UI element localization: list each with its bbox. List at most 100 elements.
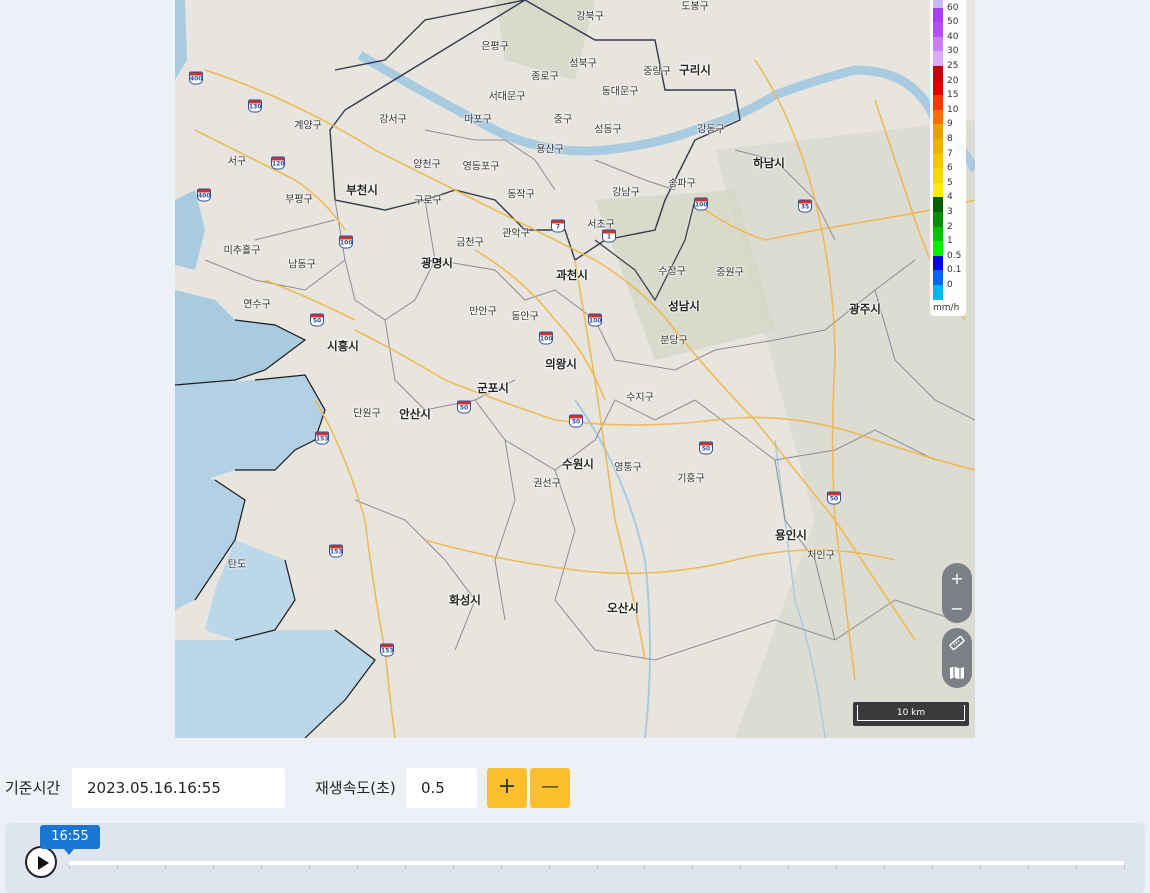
legend-swatch (933, 182, 943, 198)
highway-shield: 100 (539, 331, 553, 345)
place-label: 하남시 (753, 156, 785, 170)
place-label: 남동구 (288, 259, 316, 271)
time-input[interactable] (72, 768, 285, 808)
place-label: 화성시 (449, 593, 481, 607)
timeline-tick (788, 865, 790, 869)
time-label: 기준시간 (5, 779, 61, 797)
place-label: 성동구 (594, 124, 622, 136)
place-label: 계양구 (294, 120, 322, 132)
highway-shield: 130 (248, 99, 262, 113)
place-label: 처인구 (807, 550, 835, 562)
play-button[interactable] (25, 846, 57, 878)
timeline-tick (164, 865, 166, 869)
place-label: 종로구 (531, 71, 559, 83)
place-label: 오산시 (607, 601, 639, 615)
speed-label: 재생속도(초) (315, 779, 396, 797)
timeline-tick (836, 865, 838, 869)
place-label: 중랑구 (643, 66, 671, 78)
legend-swatch (933, 51, 943, 66)
place-label: 강서구 (379, 114, 407, 126)
timeline-tick (116, 865, 118, 869)
timeline-tick (452, 865, 454, 869)
highway-number: 100 (340, 239, 353, 247)
highway-shield: 50 (310, 313, 324, 327)
timeline-tick (212, 865, 214, 869)
legend-swatch (933, 153, 943, 169)
place-label: 수정구 (658, 266, 686, 278)
highway-shield: 100 (339, 235, 353, 249)
highway-number: 153 (316, 435, 329, 443)
legend-swatch (933, 7, 943, 23)
legend-swatch (933, 285, 943, 300)
ruler-button[interactable] (942, 628, 972, 658)
legend-value: 40 (947, 31, 959, 42)
place-label: 시흥시 (327, 339, 359, 353)
highway-number: 100 (695, 201, 708, 209)
speed-decrease-button[interactable]: — (530, 768, 570, 808)
place-label: 은평구 (481, 41, 509, 53)
place-label: 마포구 (464, 114, 492, 126)
highway-shield: 400 (189, 71, 203, 85)
highway-number: 50 (829, 495, 839, 503)
timeline-panel: 16:55 (5, 823, 1145, 893)
place-label: 송파구 (668, 178, 696, 190)
legend-row: 0 (933, 280, 966, 300)
timeline-tick (596, 865, 598, 869)
place-label: 양천구 (413, 159, 441, 171)
highway-shield: 7 (551, 219, 565, 233)
place-label: 단원구 (353, 408, 381, 420)
place-label: 성남시 (668, 299, 700, 313)
place-label: 분당구 (660, 335, 688, 347)
timeline-tick (1028, 865, 1030, 869)
highway-number: 50 (701, 445, 711, 453)
place-label: 영통구 (614, 462, 642, 474)
highway-shield: 153 (329, 544, 343, 558)
legend-value: 60 (947, 2, 959, 13)
timeline-tick (884, 865, 886, 869)
highway-shield: 100 (588, 313, 602, 327)
highway-shield: 100 (694, 197, 708, 211)
place-label: 서대문구 (488, 91, 526, 103)
radar-map[interactable]: 강북구 도봉구 은평구 성북구 중랑구 구리시 종로구 동대문구 서대문구 계양구 강서구 마포구 중구… (175, 0, 975, 738)
legend-swatch (933, 124, 943, 139)
legend-value: 1 (947, 236, 953, 247)
legend-swatch (933, 168, 943, 183)
legend-swatch (933, 241, 943, 256)
legend-swatch (933, 255, 943, 271)
tool-controls (942, 628, 972, 688)
highway-number: 1 (606, 233, 612, 241)
legend-unit: mm/h (933, 303, 960, 313)
timeline-tick (500, 865, 502, 869)
highway-shield: 35 (798, 199, 812, 213)
place-label: 군포시 (477, 381, 509, 395)
timeline-tick (692, 865, 694, 869)
speed-input[interactable] (406, 768, 477, 808)
place-label: 강동구 (697, 124, 725, 136)
timeline-tick (932, 865, 934, 869)
legend-value: 0.1 (947, 265, 962, 276)
zoom-out-button[interactable]: − (942, 593, 972, 623)
place-label: 부평구 (285, 194, 313, 206)
speed-increase-button[interactable]: + (487, 768, 527, 808)
legend-value: 4 (947, 192, 953, 203)
place-label: 광주시 (849, 302, 881, 316)
place-label: 용인시 (775, 528, 807, 542)
highway-shield: 153 (380, 643, 394, 657)
highway-shield: 50 (569, 414, 583, 428)
legend-value: 3 (947, 207, 953, 217)
place-label: 성북구 (569, 58, 597, 70)
timeline-tick (260, 865, 262, 869)
timeline-track[interactable] (69, 861, 1125, 869)
current-time-bubble[interactable]: 16:55 (40, 825, 100, 855)
place-label: 탄도 (227, 559, 247, 571)
place-label: 서구 (227, 156, 247, 168)
scale-label: 10 km (857, 705, 965, 721)
legend-swatch (933, 226, 943, 242)
map-layers-button[interactable] (942, 658, 972, 688)
ruler-icon (949, 635, 965, 651)
zoom-in-button[interactable]: + (942, 563, 972, 593)
highway-number: 50 (571, 418, 581, 426)
legend-value: 15 (947, 90, 959, 101)
highway-number: 153 (330, 548, 343, 556)
legend-value: 0.5 (947, 250, 962, 261)
